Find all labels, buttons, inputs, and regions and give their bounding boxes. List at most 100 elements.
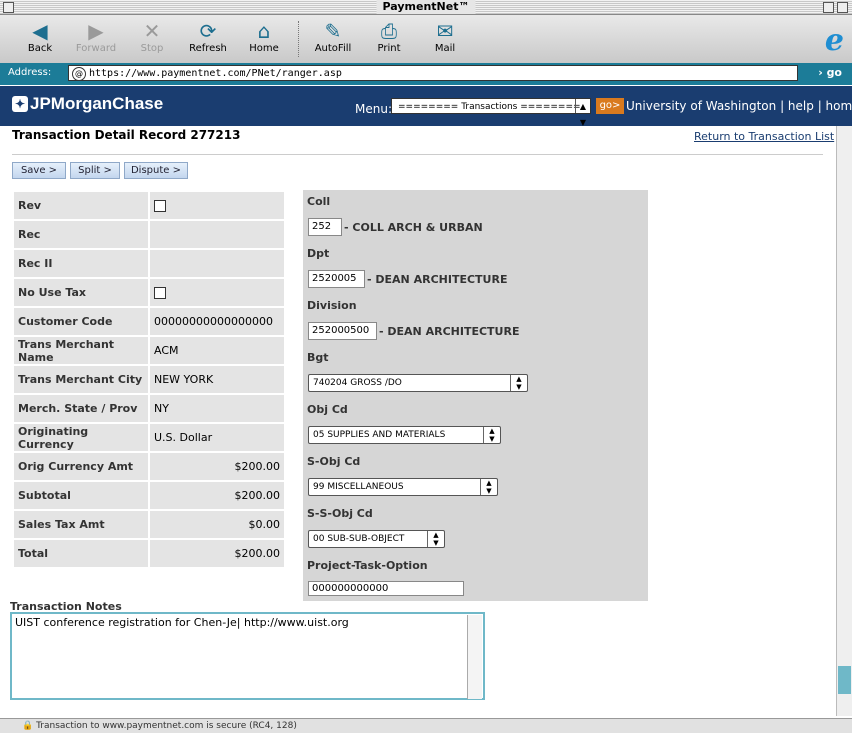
bgt-select[interactable]: 740204 GROSS /DO ▲ ▼ — [308, 374, 528, 392]
stop-button[interactable]: ✕ Stop — [122, 19, 182, 54]
rev-checkbox[interactable] — [154, 200, 166, 212]
mail-label: Mail — [434, 43, 456, 54]
coll-input[interactable]: 252 — [308, 218, 342, 236]
division-label: Division — [307, 299, 357, 312]
detail-value: NEW YORK — [150, 366, 284, 393]
return-to-list-link[interactable]: Return to Transaction List — [694, 130, 834, 143]
detail-label: Trans Merchant Name — [14, 337, 148, 364]
s-s-obj-cd-select[interactable]: 00 SUB-SUB-OBJECT ▲ ▼ — [308, 530, 445, 548]
address-go-button[interactable]: › go — [818, 66, 842, 79]
obj-cd-select[interactable]: 05 SUPPLIES AND MATERIALS ▲ ▼ — [308, 426, 501, 444]
back-button[interactable]: ◀ Back — [10, 19, 70, 54]
page-title: Transaction Detail Record 277213 — [12, 128, 241, 142]
page-icon: @ — [72, 67, 86, 81]
menu-label: Menu: — [355, 102, 392, 116]
division-input[interactable]: 252000500 — [308, 322, 377, 340]
dpt-description: - DEAN ARCHITECTURE — [367, 273, 508, 286]
detail-label: No Use Tax — [14, 279, 148, 306]
detail-value — [150, 221, 284, 248]
logo-text: JPMorganChase — [30, 94, 164, 113]
detail-label: Merch. State / Prov — [14, 395, 148, 422]
select-arrows-icon: ▲ ▼ — [483, 427, 500, 443]
forward-arrow-icon: ▶ — [88, 19, 104, 43]
scrollbar-thumb[interactable] — [838, 666, 851, 694]
org-link[interactable]: University of Washington — [626, 99, 776, 113]
textarea-scrollbar[interactable] — [467, 615, 482, 699]
save-button[interactable]: Save > — [12, 162, 66, 179]
bgt-selected-value: 740204 GROSS /DO — [313, 378, 402, 388]
s-obj-cd-select[interactable]: 99 MISCELLANEOUS ▲ ▼ — [308, 478, 498, 496]
table-row: Merch. State / Prov NY — [14, 395, 284, 422]
detail-value — [150, 192, 284, 219]
stop-label: Stop — [140, 43, 164, 54]
print-icon: ⎙ — [381, 19, 397, 43]
detail-value: $200.00 — [150, 453, 284, 480]
collapse-box-icon[interactable] — [837, 2, 848, 13]
table-row: Originating Currency U.S. Dollar — [14, 424, 284, 451]
detail-value: NY — [150, 395, 284, 422]
mail-button[interactable]: ✉ Mail — [415, 19, 475, 54]
split-button[interactable]: Split > — [70, 162, 120, 179]
autofill-icon: ✎ — [324, 19, 342, 43]
site-header: ✦ JPMorganChase Menu: ======== Transactio… — [0, 86, 852, 127]
table-row: Trans Merchant Name ACM — [14, 337, 284, 364]
home-link[interactable]: home — [826, 99, 852, 113]
page-scrollbar[interactable] — [836, 126, 852, 716]
detail-label: Rec — [14, 221, 148, 248]
project-task-option-label: Project-Task-Option — [307, 559, 428, 572]
window-titlebar[interactable]: PaymentNet™ — [0, 0, 852, 15]
s-s-obj-cd-label: S-S-Obj Cd — [307, 507, 373, 520]
project-task-option-input[interactable]: 000000000000 — [308, 581, 464, 596]
detail-label: Total — [14, 540, 148, 567]
table-row: Sales Tax Amt $0.00 — [14, 511, 284, 538]
transaction-details-table: Rev Rec Rec II No Use Tax Customer Code … — [12, 190, 286, 569]
help-link[interactable]: help — [788, 99, 814, 113]
print-button[interactable]: ⎙ Print — [359, 19, 419, 54]
detail-value: U.S. Dollar — [150, 424, 284, 451]
detail-value: ACM — [150, 337, 284, 364]
dispute-button[interactable]: Dispute > — [124, 162, 188, 179]
table-row: Orig Currency Amt $200.00 — [14, 453, 284, 480]
lock-icon: 🔒 — [22, 721, 34, 731]
refresh-button[interactable]: ⟳ Refresh — [178, 19, 238, 54]
toolbar-divider — [298, 21, 299, 57]
jpmorganchase-logo[interactable]: ✦ JPMorganChase — [12, 94, 163, 114]
dpt-label: Dpt — [307, 247, 330, 260]
coll-description: - COLL ARCH & URBAN — [344, 221, 483, 234]
header-links: University of Washington | help | home — [626, 99, 852, 113]
chase-octagon-icon: ✦ — [12, 96, 28, 112]
detail-label: Customer Code — [14, 308, 148, 335]
detail-label: Trans Merchant City — [14, 366, 148, 393]
forward-button[interactable]: ▶ Forward — [66, 19, 126, 54]
window-title: PaymentNet™ — [376, 0, 476, 14]
forward-label: Forward — [75, 43, 117, 54]
close-box-icon[interactable] — [3, 2, 14, 13]
table-row: Subtotal $200.00 — [14, 482, 284, 509]
home-button[interactable]: ⌂ Home — [234, 19, 294, 54]
detail-label: Rev — [14, 192, 148, 219]
detail-label: Rec II — [14, 250, 148, 277]
autofill-button[interactable]: ✎ AutoFill — [303, 19, 363, 54]
no-use-tax-checkbox[interactable] — [154, 287, 166, 299]
title-divider — [12, 154, 823, 155]
transaction-notes-textarea[interactable]: UIST conference registration for Chen-Je… — [10, 612, 485, 700]
mail-icon: ✉ — [436, 19, 454, 43]
address-input[interactable]: https://www.paymentnet.com/PNet/ranger.a… — [68, 65, 798, 81]
select-arrows-icon: ▲ ▼ — [510, 375, 527, 391]
menu-select[interactable]: ======== Transactions ======== ▲ ▼ — [391, 98, 591, 127]
page-content: Transaction Detail Record 277213 Return … — [0, 126, 836, 716]
select-arrows-icon: ▲ ▼ — [427, 531, 444, 547]
coll-label: Coll — [307, 195, 331, 208]
zoom-box-icon[interactable] — [823, 2, 834, 13]
s-s-obj-cd-selected-value: 00 SUB-SUB-OBJECT — [313, 534, 405, 544]
obj-cd-label: Obj Cd — [307, 403, 348, 416]
detail-value: $200.00 — [150, 482, 284, 509]
dpt-input[interactable]: 2520005 — [308, 270, 365, 288]
menu-selected-value: ======== Transactions ======== — [398, 102, 581, 112]
detail-value: $0.00 — [150, 511, 284, 538]
refresh-icon: ⟳ — [199, 19, 217, 43]
bgt-label: Bgt — [307, 351, 329, 364]
table-row: Rev — [14, 192, 284, 219]
autofill-label: AutoFill — [314, 43, 352, 54]
menu-go-button[interactable]: go> — [596, 98, 624, 114]
